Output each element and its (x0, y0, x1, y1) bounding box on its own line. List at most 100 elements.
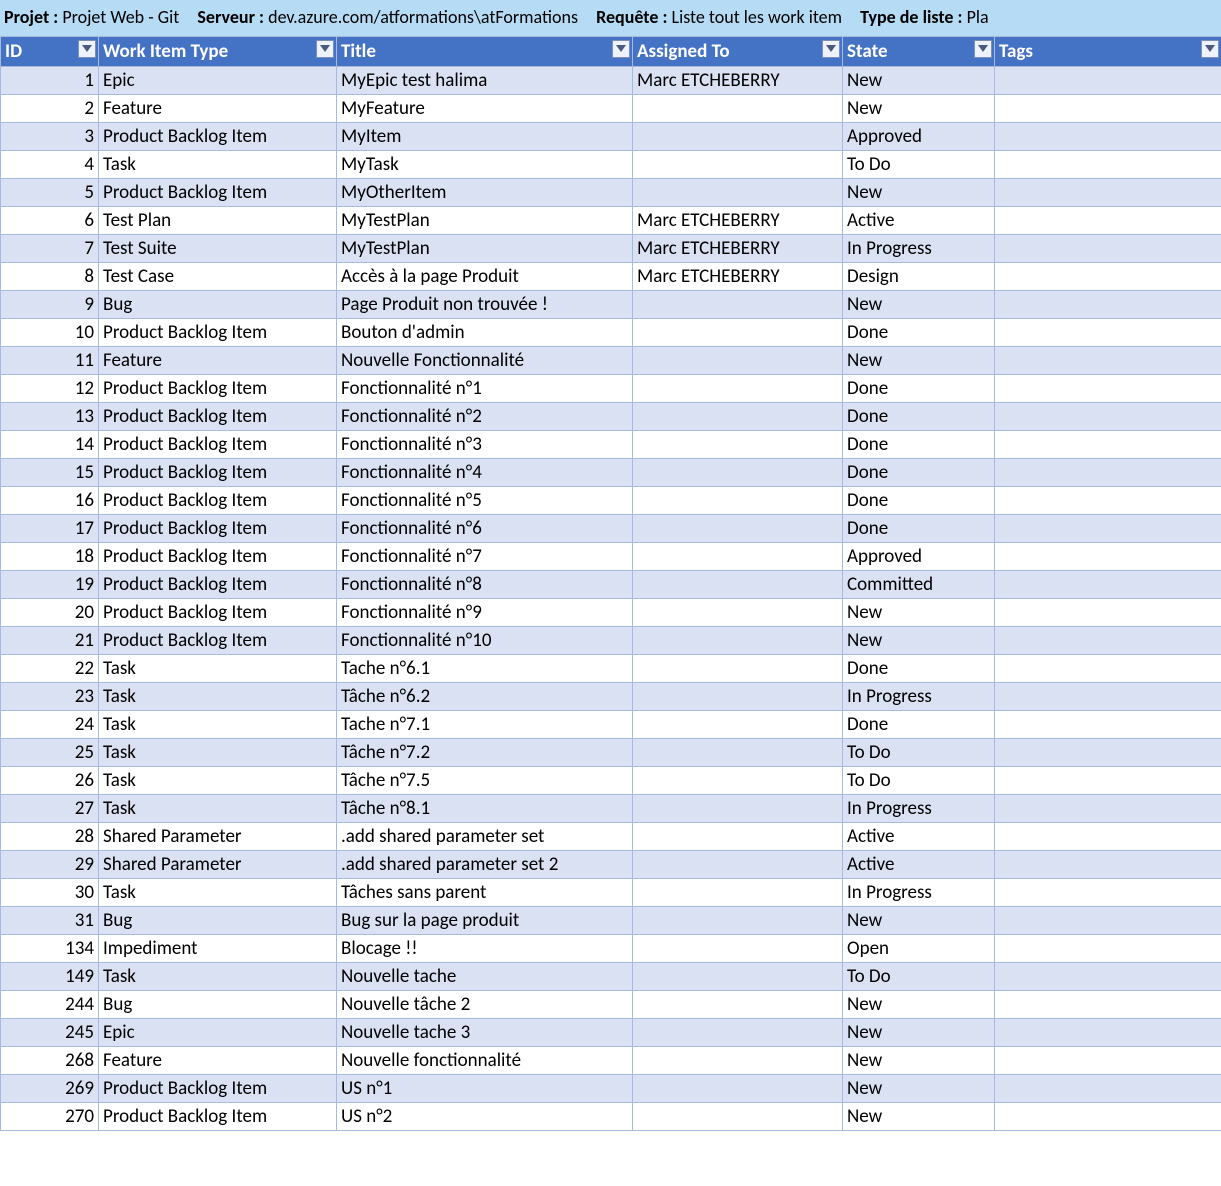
cell-work-item-type[interactable]: Product Backlog Item (99, 1103, 337, 1131)
cell-assigned-to[interactable] (633, 655, 843, 683)
cell-work-item-type[interactable]: Product Backlog Item (99, 627, 337, 655)
table-row[interactable]: 26TaskTâche n°7.5To Do (1, 767, 1221, 795)
cell-state[interactable]: Design (843, 263, 995, 291)
cell-id[interactable]: 4 (1, 151, 99, 179)
table-row[interactable]: 19Product Backlog ItemFonctionnalité n°8… (1, 571, 1221, 599)
cell-tags[interactable] (995, 151, 1221, 179)
cell-state[interactable]: New (843, 991, 995, 1019)
cell-tags[interactable] (995, 1075, 1221, 1103)
cell-work-item-type[interactable]: Product Backlog Item (99, 1075, 337, 1103)
cell-tags[interactable] (995, 795, 1221, 823)
cell-work-item-type[interactable]: Product Backlog Item (99, 571, 337, 599)
table-row[interactable]: 18Product Backlog ItemFonctionnalité n°7… (1, 543, 1221, 571)
cell-state[interactable]: Committed (843, 571, 995, 599)
cell-work-item-type[interactable]: Feature (99, 95, 337, 123)
cell-title[interactable]: Tâche n°7.2 (337, 739, 633, 767)
cell-work-item-type[interactable]: Task (99, 795, 337, 823)
cell-work-item-type[interactable]: Epic (99, 67, 337, 95)
table-row[interactable]: 16Product Backlog ItemFonctionnalité n°5… (1, 487, 1221, 515)
cell-state[interactable]: To Do (843, 151, 995, 179)
cell-tags[interactable] (995, 235, 1221, 263)
cell-state[interactable]: Active (843, 207, 995, 235)
cell-title[interactable]: Tâches sans parent (337, 879, 633, 907)
cell-tags[interactable] (995, 487, 1221, 515)
cell-assigned-to[interactable] (633, 179, 843, 207)
header-work-item-type[interactable]: Work Item Type (99, 37, 337, 67)
table-row[interactable]: 11FeatureNouvelle FonctionnalitéNew (1, 347, 1221, 375)
work-item-table[interactable]: ID Work Item Type Title Assigned To (0, 36, 1221, 1131)
cell-id[interactable]: 8 (1, 263, 99, 291)
cell-tags[interactable] (995, 739, 1221, 767)
cell-assigned-to[interactable] (633, 795, 843, 823)
filter-button-work-item-type[interactable] (316, 40, 334, 58)
cell-work-item-type[interactable]: Test Case (99, 263, 337, 291)
cell-id[interactable]: 14 (1, 431, 99, 459)
cell-title[interactable]: Blocage !! (337, 935, 633, 963)
cell-work-item-type[interactable]: Task (99, 655, 337, 683)
cell-work-item-type[interactable]: Impediment (99, 935, 337, 963)
cell-state[interactable]: In Progress (843, 879, 995, 907)
table-row[interactable]: 27TaskTâche n°8.1In Progress (1, 795, 1221, 823)
cell-state[interactable]: Approved (843, 123, 995, 151)
cell-title[interactable]: Tache n°6.1 (337, 655, 633, 683)
cell-id[interactable]: 2 (1, 95, 99, 123)
cell-title[interactable]: MyTestPlan (337, 207, 633, 235)
cell-work-item-type[interactable]: Product Backlog Item (99, 543, 337, 571)
cell-assigned-to[interactable] (633, 431, 843, 459)
cell-tags[interactable] (995, 935, 1221, 963)
filter-button-id[interactable] (78, 40, 96, 58)
cell-id[interactable]: 6 (1, 207, 99, 235)
cell-state[interactable]: New (843, 347, 995, 375)
cell-id[interactable]: 22 (1, 655, 99, 683)
cell-state[interactable]: New (843, 291, 995, 319)
cell-tags[interactable] (995, 879, 1221, 907)
cell-state[interactable]: Open (843, 935, 995, 963)
cell-assigned-to[interactable] (633, 879, 843, 907)
cell-id[interactable]: 17 (1, 515, 99, 543)
cell-title[interactable]: Nouvelle tâche 2 (337, 991, 633, 1019)
cell-id[interactable]: 7 (1, 235, 99, 263)
cell-id[interactable]: 18 (1, 543, 99, 571)
cell-id[interactable]: 3 (1, 123, 99, 151)
cell-title[interactable]: Nouvelle tache (337, 963, 633, 991)
header-tags[interactable]: Tags (995, 37, 1221, 67)
table-row[interactable]: 6Test PlanMyTestPlanMarc ETCHEBERRYActiv… (1, 207, 1221, 235)
cell-assigned-to[interactable] (633, 907, 843, 935)
cell-assigned-to[interactable] (633, 851, 843, 879)
table-row[interactable]: 22TaskTache n°6.1Done (1, 655, 1221, 683)
cell-assigned-to[interactable]: Marc ETCHEBERRY (633, 235, 843, 263)
table-row[interactable]: 2FeatureMyFeatureNew (1, 95, 1221, 123)
table-row[interactable]: 12Product Backlog ItemFonctionnalité n°1… (1, 375, 1221, 403)
cell-id[interactable]: 15 (1, 459, 99, 487)
cell-id[interactable]: 9 (1, 291, 99, 319)
cell-id[interactable]: 29 (1, 851, 99, 879)
cell-title[interactable]: Fonctionnalité n°5 (337, 487, 633, 515)
cell-state[interactable]: Done (843, 403, 995, 431)
table-row[interactable]: 29Shared Parameter.add shared parameter … (1, 851, 1221, 879)
cell-assigned-to[interactable] (633, 571, 843, 599)
cell-tags[interactable] (995, 627, 1221, 655)
cell-state[interactable]: New (843, 95, 995, 123)
cell-tags[interactable] (995, 319, 1221, 347)
cell-assigned-to[interactable] (633, 347, 843, 375)
cell-title[interactable]: MyTestPlan (337, 235, 633, 263)
table-row[interactable]: 17Product Backlog ItemFonctionnalité n°6… (1, 515, 1221, 543)
cell-id[interactable]: 30 (1, 879, 99, 907)
cell-work-item-type[interactable]: Task (99, 683, 337, 711)
cell-id[interactable]: 244 (1, 991, 99, 1019)
cell-assigned-to[interactable] (633, 1019, 843, 1047)
cell-tags[interactable] (995, 991, 1221, 1019)
cell-title[interactable]: MyOtherItem (337, 179, 633, 207)
cell-title[interactable]: Fonctionnalité n°6 (337, 515, 633, 543)
cell-title[interactable]: Nouvelle Fonctionnalité (337, 347, 633, 375)
cell-title[interactable]: Fonctionnalité n°1 (337, 375, 633, 403)
cell-tags[interactable] (995, 683, 1221, 711)
cell-assigned-to[interactable]: Marc ETCHEBERRY (633, 207, 843, 235)
table-row[interactable]: 149TaskNouvelle tacheTo Do (1, 963, 1221, 991)
cell-title[interactable]: Nouvelle tache 3 (337, 1019, 633, 1047)
filter-button-assigned-to[interactable] (822, 40, 840, 58)
cell-assigned-to[interactable] (633, 823, 843, 851)
cell-tags[interactable] (995, 1047, 1221, 1075)
cell-assigned-to[interactable] (633, 151, 843, 179)
cell-state[interactable]: Approved (843, 543, 995, 571)
